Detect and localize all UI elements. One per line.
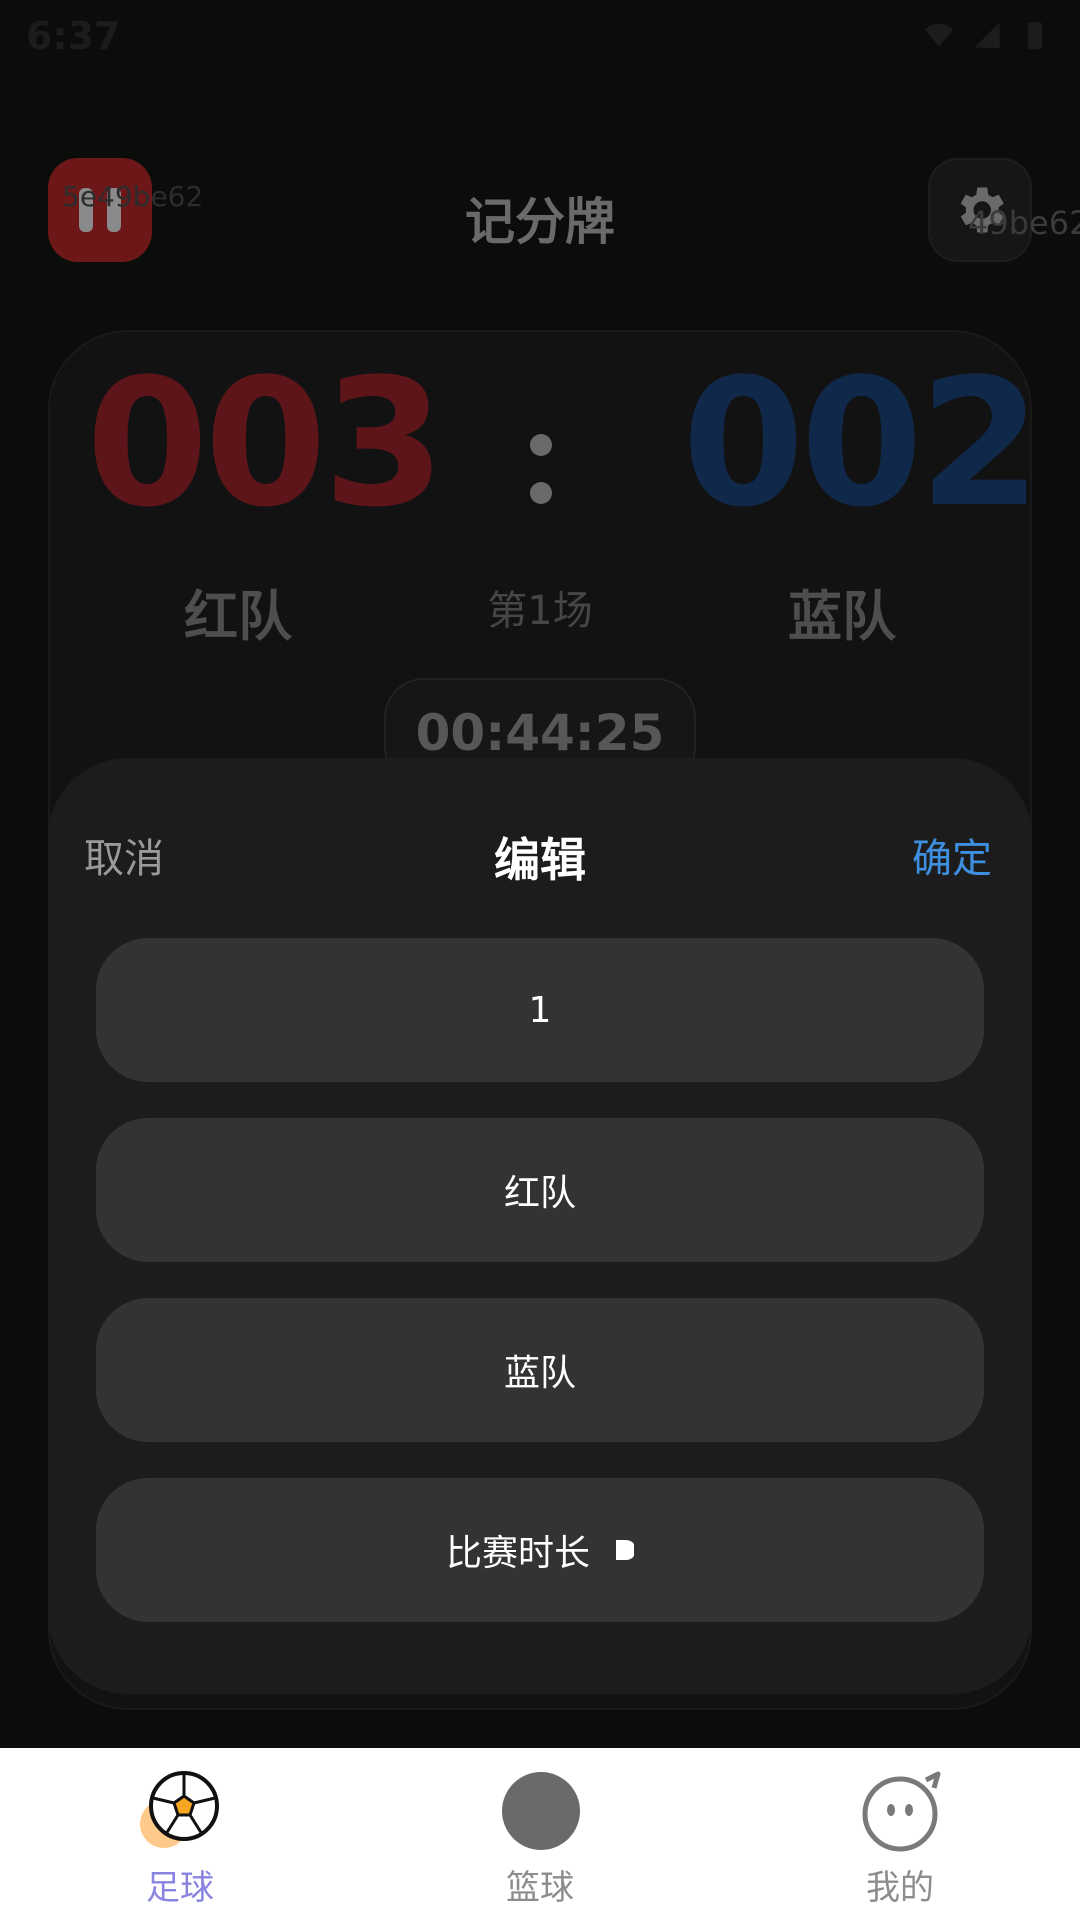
- red-team-field[interactable]: 红队: [96, 1118, 984, 1262]
- nav-item-mine[interactable]: 我的: [800, 1748, 1000, 1920]
- soccer-ball-icon: [140, 1771, 219, 1848]
- nav-label-football: 足球: [146, 1868, 214, 1908]
- blue-team-score[interactable]: 002: [682, 356, 1041, 532]
- match-number-field[interactable]: 1: [96, 938, 984, 1082]
- page-title: 记分牌: [465, 193, 615, 251]
- blue-team-field[interactable]: 蓝队: [96, 1298, 984, 1442]
- scoreboard-screen: 6:37 5e49be62 记分牌 49be62 003 002 红队 第1场 …: [0, 0, 1080, 1920]
- score-separator: [520, 420, 560, 520]
- nav-label-basketball: 篮球: [506, 1868, 574, 1908]
- match-duration-field[interactable]: 比赛时长: [96, 1478, 984, 1622]
- match-number-label: 第1场: [487, 588, 593, 634]
- blue-team-value: 蓝队: [503, 1353, 576, 1394]
- status-icons: [922, 18, 1052, 52]
- play-arrow-icon: [616, 1540, 634, 1560]
- match-duration-label: 比赛时长: [445, 1533, 590, 1574]
- basketball-icon: [502, 1772, 580, 1850]
- match-timer: 00:44:25: [415, 704, 665, 762]
- status-bar: 6:37: [0, 0, 1080, 70]
- nav-item-football[interactable]: 足球: [80, 1748, 280, 1920]
- status-time: 6:37: [26, 14, 121, 58]
- nav-item-basketball[interactable]: 篮球: [440, 1748, 640, 1920]
- profile-face-icon: [862, 1771, 941, 1852]
- device-id-right: 49be62: [968, 204, 1080, 242]
- blue-team-name: 蓝队: [788, 585, 896, 648]
- nav-label-mine: 我的: [866, 1868, 934, 1908]
- red-team-score[interactable]: 003: [86, 356, 445, 532]
- match-number-value: 1: [528, 989, 552, 1031]
- battery-icon: [1027, 22, 1043, 50]
- wifi-icon: [924, 23, 954, 47]
- bottom-nav: 足球 篮球 我的: [0, 1748, 1080, 1920]
- signal-icon: [974, 22, 1000, 48]
- red-team-value: 红队: [503, 1173, 576, 1214]
- confirm-button[interactable]: 确定: [912, 826, 992, 884]
